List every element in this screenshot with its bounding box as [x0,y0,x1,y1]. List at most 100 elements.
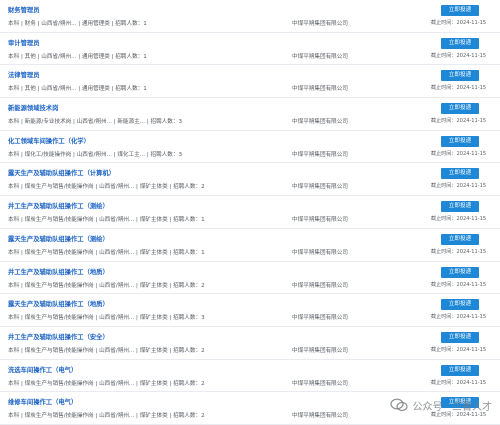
deadline: 截止时间：2024-11-15 [431,379,486,386]
job-row: 井工生产及辅助队组操作工（测绘） 本科 | 煤炭生产与销售/技能操作岗 | 山西… [0,196,500,229]
deadline-label: 截止时间： [431,183,457,190]
deadline: 截止时间：2024-11-15 [431,182,486,189]
job-title[interactable]: 露天生产及辅助队组操作工（计算机） [8,168,115,177]
apply-button[interactable]: 立即投递 [441,201,479,213]
deadline-label: 截止时间： [431,118,457,125]
deadline-label: 截止时间： [431,281,457,288]
apply-button[interactable]: 立即投递 [441,70,479,82]
job-meta: 本科 | 财务 | 山西省/朔州... | 通用管理类 | 招聘人数：1 [8,21,147,27]
job-title[interactable]: 井工生产及辅助队组操作工（测绘） [8,201,109,210]
job-title[interactable]: 财务管理员 [8,5,39,14]
job-meta: 本科 | 煤炭生产与销售/技能操作岗 | 山西省/朔州... | 煤矿主体类 |… [8,249,205,256]
company-name: 中煤平朔集团有限公司 [292,151,348,158]
apply-button[interactable]: 立即投递 [441,266,479,278]
deadline: 截止时间：2024-11-15 [431,52,486,59]
job-meta: 本科 | 煤炭生产与销售/技能操作岗 | 山西省/朔州... | 煤矿主体类 |… [8,217,205,224]
apply-button[interactable]: 立即投递 [441,233,479,245]
job-meta: 本科 | 新能源/专业技术岗 | 山西省/朔州... | 新能源主... | 招… [8,119,183,126]
deadline-date: 2024-11-15 [456,379,487,386]
company-name: 中煤平朔集团有限公司 [292,184,348,191]
deadline-label: 截止时间： [431,52,457,59]
company-name: 中煤平朔集团有限公司 [292,21,348,27]
company-name: 中煤平朔集团有限公司 [292,315,348,322]
deadline-date: 2024-11-15 [456,314,487,321]
deadline-date: 2024-11-15 [456,281,487,288]
job-title[interactable]: 井工生产及辅助队组操作工（安全） [8,332,109,341]
deadline-date: 2024-11-15 [456,248,487,255]
job-meta: 本科 | 其他 | 山西省/朔州... | 通用管理类 | 招聘人数：1 [8,53,147,60]
deadline-label: 截止时间： [431,20,457,26]
job-row: 财务管理员 本科 | 财务 | 山西省/朔州... | 通用管理类 | 招聘人数… [0,0,500,33]
deadline-date: 2024-11-15 [456,118,487,125]
company-name: 中煤平朔集团有限公司 [292,282,348,289]
job-title[interactable]: 审计管理员 [8,38,39,47]
company-name: 中煤平朔集团有限公司 [292,413,348,420]
deadline: 截止时间：2024-11-15 [431,346,486,353]
job-title[interactable]: 露天生产及辅助队组操作工（测绘） [8,234,109,243]
job-meta: 本科 | 煤炭生产与销售/技能操作岗 | 山西省/朔州... | 煤矿主体类 |… [8,347,205,354]
deadline: 截止时间：2024-11-15 [431,19,486,26]
job-title[interactable]: 露天生产及辅助队组操作工（地质） [8,299,109,308]
job-meta: 本科 | 煤炭生产与销售/技能操作岗 | 山西省/朔州... | 煤矿主体类 |… [8,413,205,420]
company-name: 中煤平朔集团有限公司 [292,53,348,60]
company-name: 中煤平朔集团有限公司 [292,119,348,126]
deadline-label: 截止时间： [431,85,457,92]
company-name: 中煤平朔集团有限公司 [292,86,348,93]
job-row: 洗选车间操作工（电气） 本科 | 煤炭生产与销售/技能操作岗 | 山西省/朔州.… [0,360,500,393]
deadline: 截止时间：2024-11-15 [431,313,486,320]
job-row: 露天生产及辅助队组操作工（地质） 本科 | 煤炭生产与销售/技能操作岗 | 山西… [0,294,500,327]
job-list: 财务管理员 本科 | 财务 | 山西省/朔州... | 通用管理类 | 招聘人数… [0,0,500,425]
wechat-icon [390,398,409,412]
job-meta: 本科 | 其他 | 山西省/朔州... | 通用管理类 | 招聘人数：1 [8,86,147,93]
job-title[interactable]: 化工领域车间操作工（化学） [8,136,90,145]
deadline-label: 截止时间： [431,314,457,321]
deadline-date: 2024-11-15 [456,216,487,223]
job-meta: 本科 | 煤炭生产与销售/技能操作岗 | 山西省/朔州... | 煤矿主体类 |… [8,380,205,387]
job-title[interactable]: 新能源领域技术岗 [8,103,58,112]
deadline-label: 截止时间： [431,216,457,223]
job-title[interactable]: 井工生产及辅助队组操作工（地质） [8,267,109,276]
job-title[interactable]: 法律管理员 [8,70,39,79]
deadline-date: 2024-11-15 [456,20,487,26]
apply-button[interactable]: 立即投递 [441,299,479,311]
company-name: 中煤平朔集团有限公司 [292,380,348,387]
deadline-label: 截止时间： [431,346,457,353]
job-row: 井工生产及辅助队组操作工（安全） 本科 | 煤炭生产与销售/技能操作岗 | 山西… [0,327,500,360]
deadline-date: 2024-11-15 [456,150,487,157]
deadline: 截止时间：2024-11-15 [431,150,486,157]
job-row: 新能源领域技术岗 本科 | 新能源/专业技术岗 | 山西省/朔州... | 新能… [0,98,500,131]
job-title[interactable]: 洗选车间操作工（电气） [8,365,77,374]
watermark-text: 公众号 · 三晋人才 [412,401,492,413]
company-name: 中煤平朔集团有限公司 [292,217,348,224]
job-meta: 本科 | 煤炭生产与销售/技能操作岗 | 山西省/朔州... | 煤矿主体类 |… [8,315,205,322]
wechat-watermark: 公众号 · 三晋人才 [390,394,492,416]
deadline-label: 截止时间： [431,379,457,386]
apply-button[interactable]: 立即投递 [441,135,479,147]
deadline-date: 2024-11-15 [456,183,487,190]
apply-button[interactable]: 立即投递 [441,364,479,376]
job-row: 法律管理员 本科 | 其他 | 山西省/朔州... | 通用管理类 | 招聘人数… [0,65,500,99]
deadline-label: 截止时间： [431,248,457,255]
deadline-date: 2024-11-15 [456,346,487,353]
apply-button[interactable]: 立即投递 [441,331,479,343]
apply-button[interactable]: 立即投递 [441,5,479,16]
deadline-date: 2024-11-15 [456,85,487,92]
deadline-date: 2024-11-15 [456,52,487,59]
company-name: 中煤平朔集团有限公司 [292,249,348,256]
job-row: 化工领域车间操作工（化学） 本科 | 煤化工/技能操作岗 | 山西省/朔州...… [0,131,500,164]
job-row: 审计管理员 本科 | 其他 | 山西省/朔州... | 通用管理类 | 招聘人数… [0,33,500,66]
deadline-label: 截止时间： [431,150,457,157]
deadline: 截止时间：2024-11-15 [431,215,486,222]
job-row: 井工生产及辅助队组操作工（地质） 本科 | 煤炭生产与销售/技能操作岗 | 山西… [0,262,500,295]
deadline: 截止时间：2024-11-15 [431,84,486,91]
deadline: 截止时间：2024-11-15 [431,281,486,288]
company-name: 中煤平朔集团有限公司 [292,347,348,354]
apply-button[interactable]: 立即投递 [441,103,479,115]
job-title[interactable]: 维修车间操作工（电气） [8,397,77,406]
apply-button[interactable]: 立即投递 [441,37,479,49]
job-meta: 本科 | 煤炭生产与销售/技能操作岗 | 山西省/朔州... | 煤矿主体类 |… [8,184,205,191]
job-row: 露天生产及辅助队组操作工（测绘） 本科 | 煤炭生产与销售/技能操作岗 | 山西… [0,229,500,262]
apply-button[interactable]: 立即投递 [441,168,479,180]
deadline: 截止时间：2024-11-15 [431,117,486,124]
job-meta: 本科 | 煤炭生产与销售/技能操作岗 | 山西省/朔州... | 煤矿主体类 |… [8,282,205,289]
